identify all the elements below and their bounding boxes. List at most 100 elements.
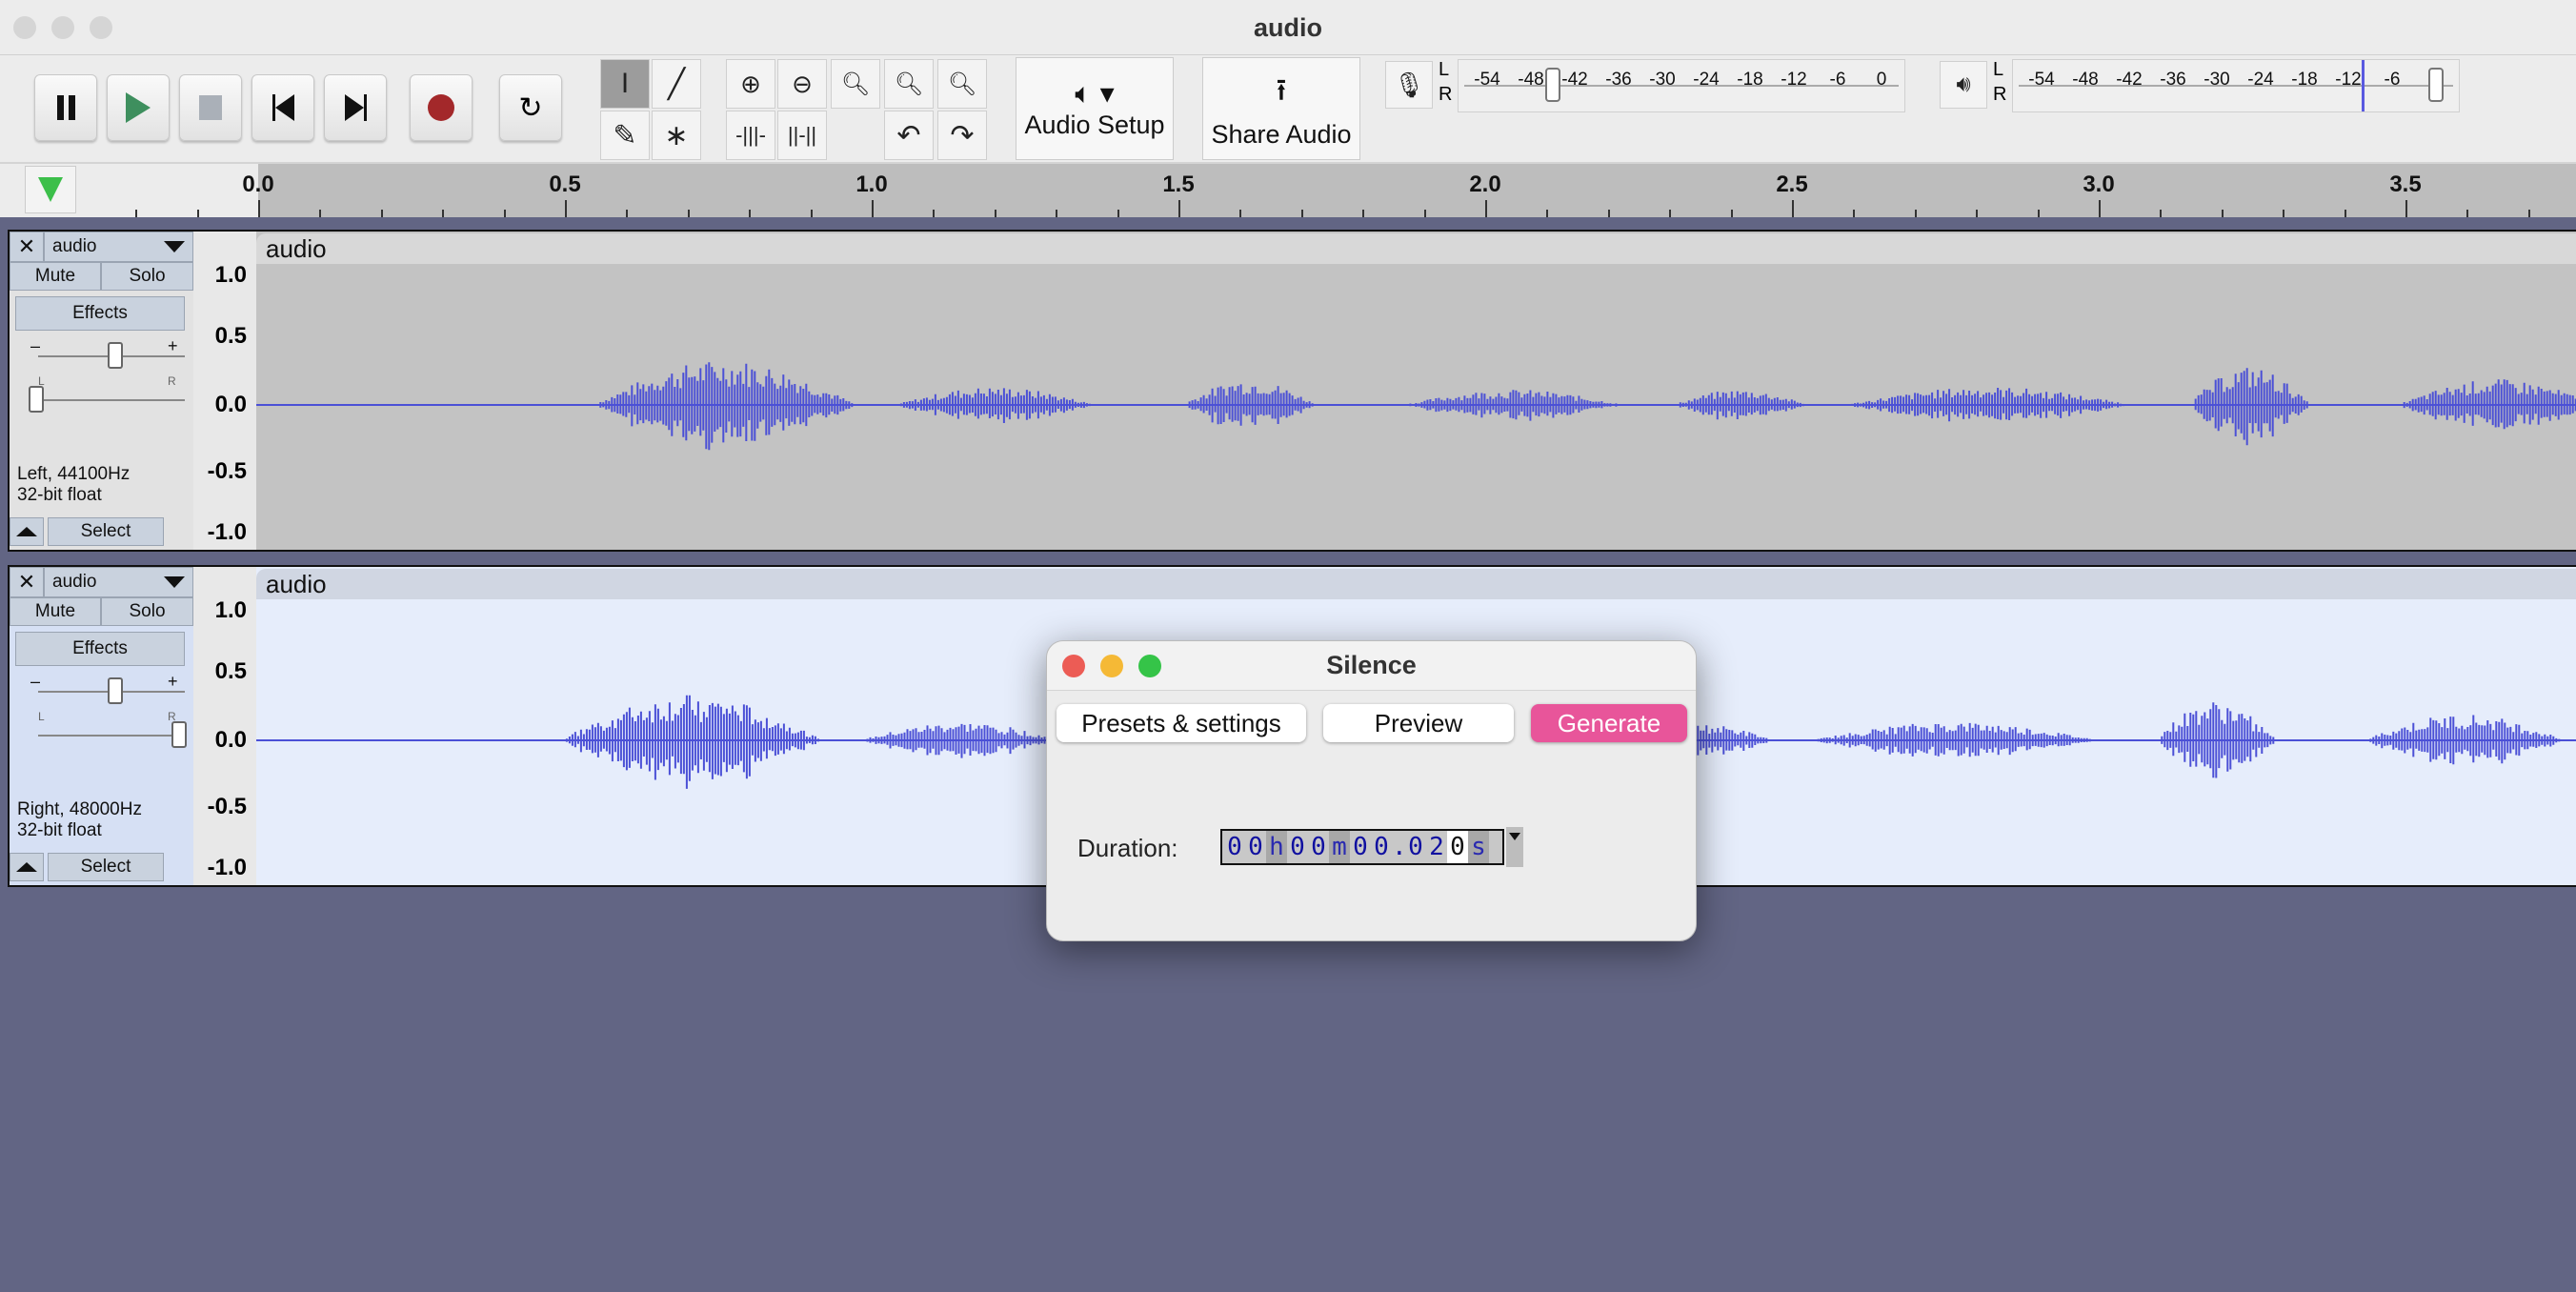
duration-label: Duration: (1077, 834, 1178, 862)
duration-digit[interactable]: m (1329, 831, 1350, 863)
meter-tick-label: -36 (1605, 70, 1632, 90)
gain-slider-handle[interactable] (108, 342, 123, 369)
zoom-out-button[interactable]: ⊖ (777, 59, 827, 109)
ruler-minor-tick (2527, 210, 2530, 217)
timeline-ruler[interactable]: 0.0 0.5 1.0 1.5 2.0 2.5 3.0 3.5 (0, 164, 2576, 217)
playback-meter-channels: LR (1993, 59, 2007, 105)
pan-slider-handle[interactable] (29, 386, 44, 413)
collapse-track-button[interactable] (10, 517, 44, 546)
playback-meter-button[interactable]: 🔊︎ (1940, 61, 1987, 109)
solo-button[interactable]: Solo (101, 262, 193, 291)
ruler-major-tick (2405, 200, 2407, 217)
skip-to-start-button[interactable] (252, 74, 314, 141)
meter-tick-label: -42 (1561, 70, 1588, 90)
duration-digit[interactable]: 0 (1371, 831, 1392, 863)
meter-tick-label: -54 (1474, 70, 1500, 90)
trim-icon: -|||- (735, 123, 766, 147)
triangle-up-icon (16, 862, 37, 872)
gain-slider-handle[interactable] (108, 677, 123, 704)
close-icon: ✕ (17, 570, 36, 594)
effects-button[interactable]: Effects (15, 632, 185, 666)
mute-button[interactable]: Mute (10, 597, 101, 626)
play-icon (126, 92, 151, 123)
audio-setup-button[interactable]: 🔈︎ ▾ Audio Setup (1016, 57, 1174, 160)
loop-button[interactable]: ↻ (499, 74, 562, 141)
play-button[interactable] (107, 74, 170, 141)
scale-label: 0.5 (214, 658, 247, 684)
redo-button[interactable]: ↷ (937, 111, 987, 160)
trim-button[interactable]: -|||- (726, 111, 775, 160)
close-track-button[interactable]: ✕ (10, 567, 44, 597)
record-level-meter[interactable]: -54 -48 -42 -36 -30 -24 -18 -12 -6 0 (1458, 59, 1905, 112)
pause-button[interactable] (34, 74, 97, 141)
selection-tool[interactable]: I (600, 59, 650, 109)
speaker-icon: 🔊︎ (1956, 71, 1971, 97)
track-name-menu[interactable]: audio (44, 232, 193, 262)
meter-tick-label: -54 (2028, 70, 2055, 90)
fit-project-icon: 🔍︎ (894, 71, 924, 97)
duration-digit[interactable]: 0 (1224, 831, 1245, 863)
share-audio-button[interactable]: ⭱ Share Audio (1202, 57, 1360, 160)
select-track-button[interactable]: Select (48, 517, 164, 546)
title-bar: audio (0, 0, 2576, 55)
stop-button[interactable] (179, 74, 242, 141)
zoom-toggle-button[interactable]: 🔍︎ (937, 59, 987, 109)
multi-tool[interactable]: ∗ (652, 111, 701, 160)
meter-slider-handle[interactable] (1545, 68, 1560, 102)
duration-digit[interactable]: 0 (1287, 831, 1308, 863)
ruler-major-tick (1178, 200, 1180, 217)
pan-slider-handle[interactable] (171, 721, 187, 748)
zoom-in-icon: ⊕ (740, 69, 761, 98)
generate-button[interactable]: Generate (1531, 704, 1687, 742)
envelope-tool[interactable]: ╱ (652, 59, 701, 109)
draw-tool[interactable]: ✎ (600, 111, 650, 160)
redo-icon: ↷ (950, 119, 975, 151)
select-track-button[interactable]: Select (48, 853, 164, 881)
effects-button[interactable]: Effects (15, 296, 185, 331)
track-info: Right, 48000Hz 32-bit float (17, 799, 142, 840)
presets-settings-button[interactable]: Presets & settings (1057, 704, 1306, 742)
solo-button[interactable]: Solo (101, 597, 193, 626)
skip-to-end-button[interactable] (324, 74, 387, 141)
pin-playhead-button[interactable] (25, 166, 76, 213)
meter-slider-handle[interactable] (2428, 68, 2444, 102)
ruler-major-tick (1485, 200, 1487, 217)
mute-button[interactable]: Mute (10, 262, 101, 291)
duration-digit[interactable]: 0 (1350, 831, 1371, 863)
undo-button[interactable]: ↶ (884, 111, 934, 160)
record-meter-button[interactable]: 🎙︎ (1385, 61, 1433, 109)
duration-digit[interactable]: 0 (1308, 831, 1329, 863)
fit-project-button[interactable]: 🔍︎ (884, 59, 934, 109)
duration-digit[interactable]: s (1468, 831, 1489, 863)
duration-input[interactable]: 00h00m00.020s (1220, 829, 1504, 865)
ruler-minor-tick (749, 210, 752, 217)
playback-level-meter[interactable]: -54-48-42-36-30-24-18-12-60 (2012, 59, 2460, 112)
close-track-button[interactable]: ✕ (10, 232, 44, 262)
preview-button[interactable]: Preview (1323, 704, 1514, 742)
ruler-label: 3.5 (2389, 172, 2422, 197)
ruler-major-tick (2099, 200, 2101, 217)
duration-format-dropdown[interactable] (1506, 827, 1523, 867)
pan-slider[interactable] (38, 735, 185, 737)
zoom-in-button[interactable]: ⊕ (726, 59, 775, 109)
chevron-down-icon (164, 241, 185, 252)
ruler-minor-tick (994, 210, 996, 217)
duration-digit[interactable]: 2 (1426, 831, 1447, 863)
track-name-menu[interactable]: audio (44, 567, 193, 597)
scale-label: -1.0 (207, 519, 247, 545)
duration-digit[interactable]: 0 (1447, 831, 1468, 863)
undo-icon: ↶ (896, 119, 921, 151)
fit-selection-button[interactable]: 🔍︎ (831, 59, 880, 109)
duration-digit[interactable]: 0 (1245, 831, 1266, 863)
ruler-minor-tick (1362, 210, 1365, 217)
silence-button[interactable]: ||-|| (777, 111, 827, 160)
ruler-minor-tick (1117, 210, 1119, 217)
record-button[interactable] (410, 74, 473, 141)
duration-digit[interactable]: h (1266, 831, 1287, 863)
ruler-minor-tick (1423, 210, 1426, 217)
waveform-clip[interactable]: audio (256, 232, 2576, 550)
duration-digit[interactable]: 0 (1405, 831, 1426, 863)
pan-slider[interactable] (38, 399, 185, 401)
duration-digit[interactable]: . (1392, 831, 1407, 863)
collapse-track-button[interactable] (10, 853, 44, 881)
